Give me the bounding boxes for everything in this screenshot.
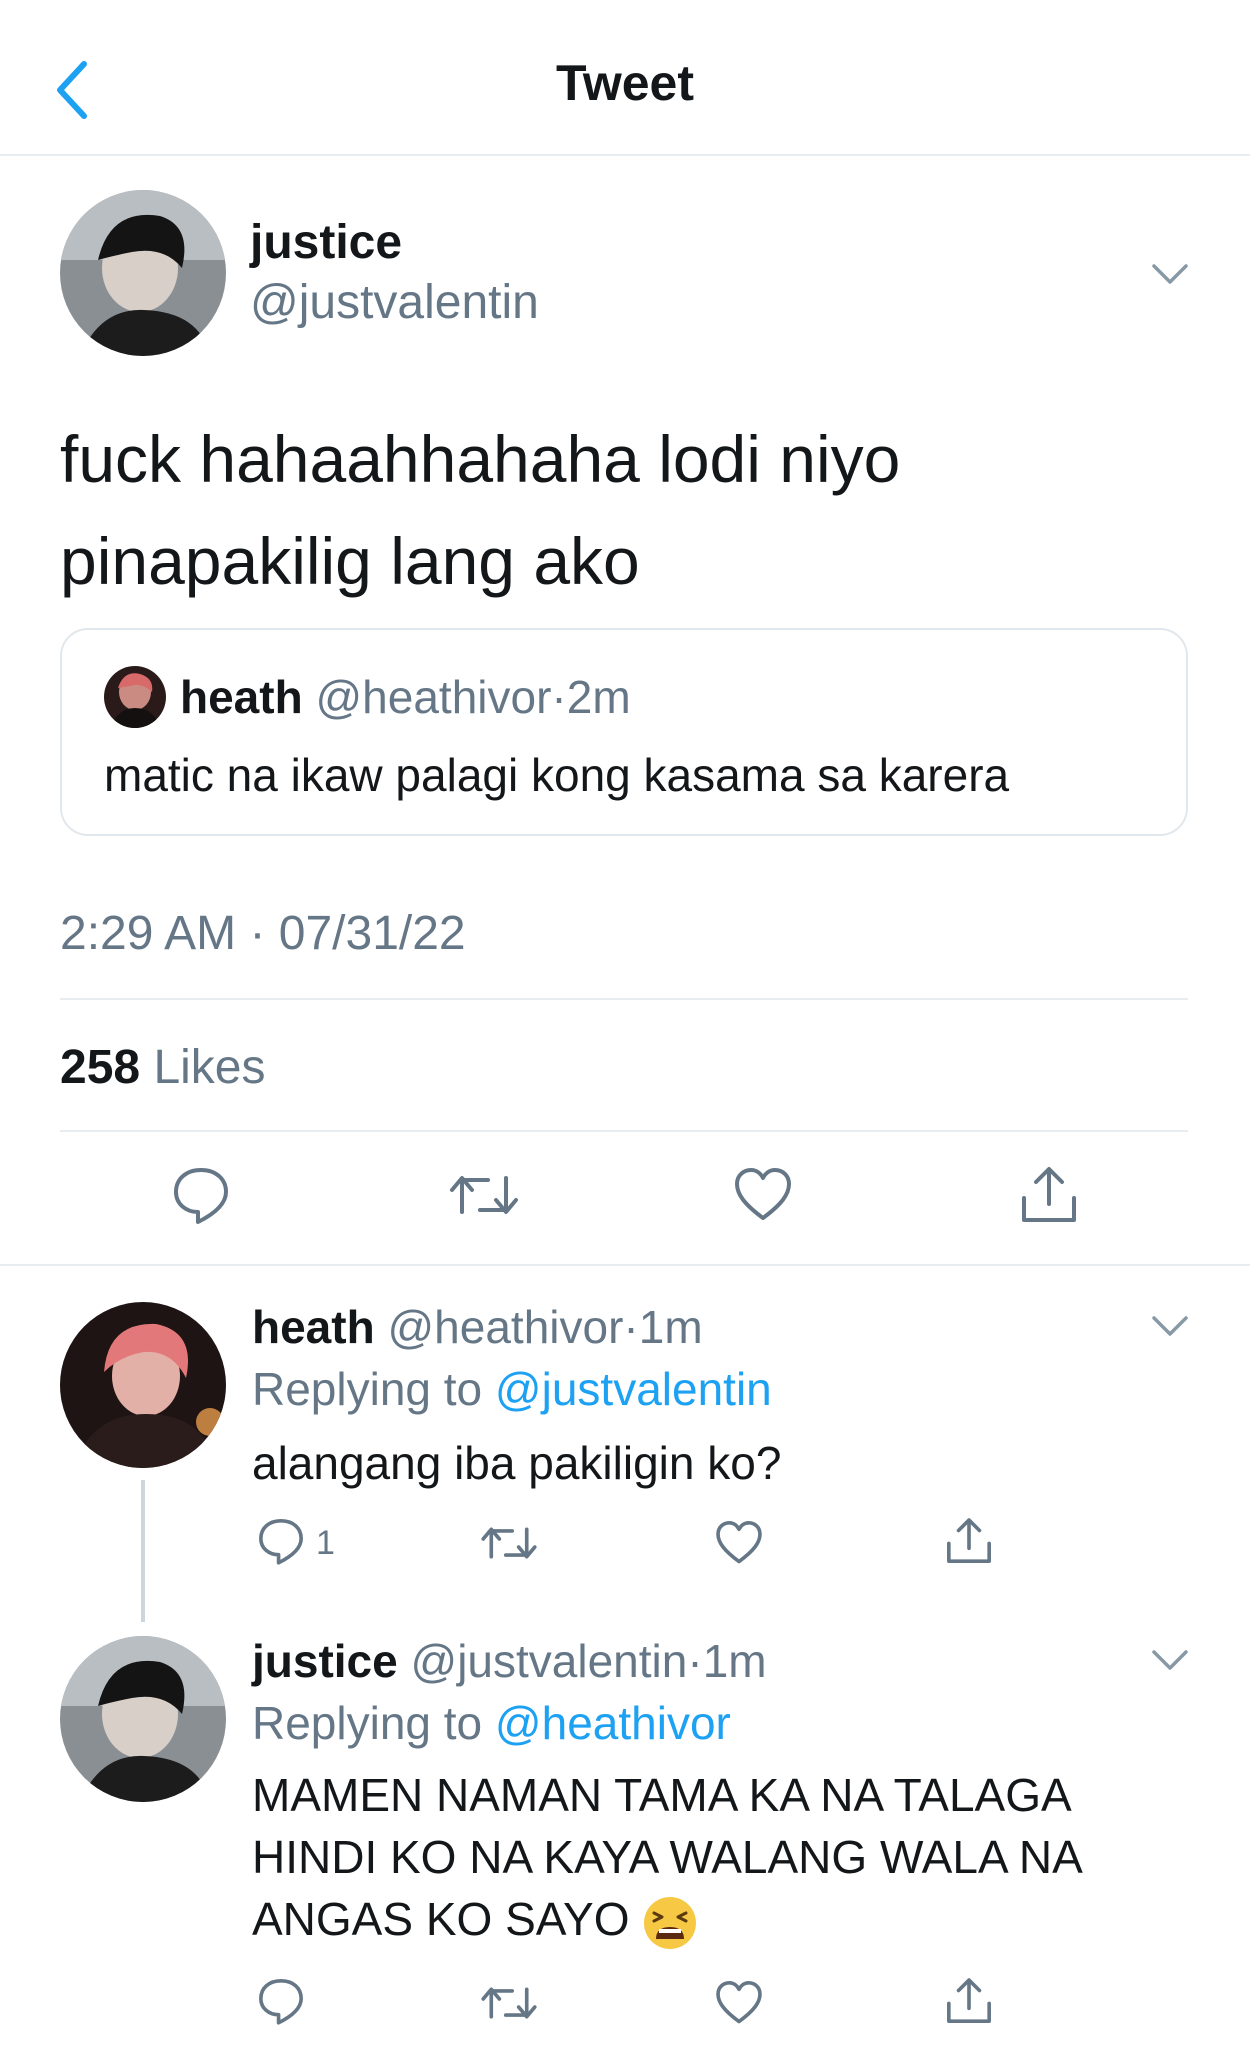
reply-button[interactable] [256, 1976, 306, 2026]
retweet-icon [450, 1176, 518, 1214]
reply-header: justice @justvalentin·1m [252, 1634, 767, 1688]
tweet-options-button[interactable] [1150, 1648, 1190, 1672]
heart-icon [716, 1981, 762, 2024]
mention-link[interactable]: @justvalentin [495, 1363, 772, 1415]
reply-author-name[interactable]: heath [252, 1301, 375, 1353]
comment-bubble-icon [259, 1519, 303, 1565]
quoted-name: heath [180, 671, 303, 723]
mention-link[interactable]: @heathivor [495, 1697, 731, 1749]
reply-author-handle[interactable]: @heathivor [387, 1301, 623, 1353]
chevron-down-icon [1152, 264, 1188, 284]
replying-prefix: Replying to [252, 1363, 495, 1415]
share-button[interactable] [944, 1516, 994, 1566]
likes-count: 258 [60, 1041, 141, 1094]
tweet-options-button[interactable] [1150, 262, 1190, 286]
reply-text-line: ANGAS KO SAYO [252, 1888, 1083, 1951]
quoted-handle: @heathivor [315, 671, 552, 723]
tweet-text: fuck hahaahhahaha lodi niyo pinapakilig … [60, 422, 901, 598]
chevron-down-icon [1152, 1316, 1188, 1336]
reply-time: 1m [638, 1301, 703, 1353]
reply-text-span: ANGAS KO SAYO [252, 1893, 630, 1945]
divider [60, 998, 1188, 1000]
reply-count: 1 [316, 1524, 335, 1562]
likes-summary[interactable]: 258 Likes [60, 1040, 266, 1095]
comment-bubble-icon [259, 1979, 303, 2025]
reply-text-line: MAMEN NAMAN TAMA KA NA TALAGA [252, 1769, 1072, 1821]
heart-icon [735, 1168, 791, 1220]
quoted-tweet[interactable]: heath @heathivor·2m matic na ikaw palagi… [60, 628, 1188, 836]
author-handle[interactable]: @justvalentin [250, 275, 539, 330]
separator: · [687, 1635, 703, 1687]
reply-author-name[interactable]: justice [252, 1635, 398, 1687]
share-icon [947, 1978, 991, 2023]
share-button[interactable] [944, 1976, 994, 2026]
reply-header: heath @heathivor·1m [252, 1300, 703, 1354]
reply-button[interactable] [256, 1516, 306, 1566]
reply-text-line: HINDI KO NA KAYA WALANG WALA NA [252, 1831, 1083, 1883]
avatar[interactable] [60, 1302, 226, 1468]
section-divider [0, 1264, 1250, 1266]
reply-time: 1m [702, 1635, 767, 1687]
chevron-down-icon [1152, 1650, 1188, 1670]
top-bar: Tweet [0, 0, 1250, 156]
tweet-timestamp: 2:29 AM · 07/31/22 [60, 907, 466, 960]
heart-icon [716, 1521, 762, 1564]
separator: · [623, 1301, 639, 1353]
page-title: Tweet [556, 55, 694, 111]
replying-to: Replying to @heathivor [252, 1696, 731, 1750]
divider [60, 1130, 1188, 1132]
reply-button[interactable] [170, 1164, 232, 1226]
reply-text: MAMEN NAMAN TAMA KA NA TALAGA HINDI KO N… [252, 1764, 1083, 1951]
reply-text: alangang iba pakiligin ko? [252, 1437, 782, 1489]
comment-bubble-icon [174, 1168, 228, 1224]
retweet-button[interactable] [448, 1164, 520, 1226]
quoted-header: heath @heathivor·2m [180, 670, 631, 724]
quoted-avatar [104, 666, 166, 728]
likes-label: Likes [153, 1041, 266, 1094]
share-icon [947, 1518, 991, 1563]
reply-author-handle[interactable]: @justvalentin [411, 1635, 688, 1687]
like-button[interactable] [714, 1978, 764, 2028]
replying-to: Replying to @justvalentin [252, 1362, 772, 1416]
avatar[interactable] [60, 190, 226, 356]
like-button[interactable] [732, 1164, 794, 1226]
tweet-options-button[interactable] [1150, 1314, 1190, 1338]
replying-prefix: Replying to [252, 1697, 495, 1749]
tired-face-emoji [644, 1896, 697, 1949]
share-button[interactable] [1018, 1164, 1080, 1226]
retweet-button[interactable] [480, 1978, 538, 2028]
like-button[interactable] [714, 1518, 764, 1568]
avatar[interactable] [60, 1636, 226, 1802]
thread-connector [141, 1480, 145, 1622]
retweet-button[interactable] [480, 1518, 538, 1568]
retweet-icon [481, 1987, 537, 2019]
author-name[interactable]: justice [250, 215, 402, 270]
separator: · [551, 671, 567, 723]
quoted-text: matic na ikaw palagi kong kasama sa kare… [104, 749, 1010, 801]
quoted-time: 2m [566, 671, 631, 723]
retweet-icon [481, 1527, 537, 1559]
share-icon [1022, 1167, 1076, 1222]
